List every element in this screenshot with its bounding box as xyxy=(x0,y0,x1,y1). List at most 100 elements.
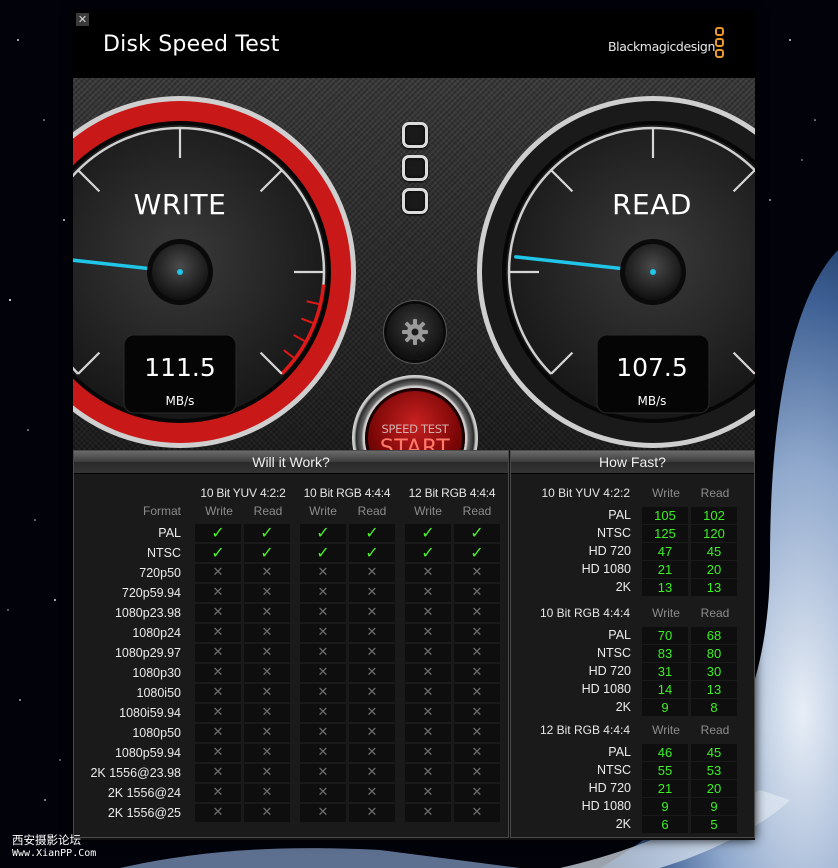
cross-icon: ✕ xyxy=(300,804,346,822)
fast-format-label: PAL xyxy=(608,508,631,522)
cross-icon: ✕ xyxy=(349,764,395,782)
fast-format-label: HD 1080 xyxy=(581,562,631,576)
fast-format-label: NTSC xyxy=(596,646,631,660)
write-speed-value: 111.5 xyxy=(144,353,216,382)
cross-icon: ✕ xyxy=(195,724,241,742)
format-label: 1080i50 xyxy=(136,686,182,700)
cross-icon: ✕ xyxy=(349,604,395,622)
fast-read-value: 9 xyxy=(691,798,737,815)
cross-icon: ✕ xyxy=(244,604,290,622)
cross-icon: ✕ xyxy=(454,604,500,622)
cross-icon: ✕ xyxy=(244,724,290,742)
close-button[interactable]: ✕ xyxy=(76,13,89,26)
format-label: 1080p50 xyxy=(132,726,181,740)
format-label: 1080p30 xyxy=(132,666,181,680)
cross-icon: ✕ xyxy=(405,804,451,822)
will-read-header: Read xyxy=(462,504,492,518)
fast-read-value: 8 xyxy=(691,699,737,716)
cross-icon: ✕ xyxy=(405,604,451,622)
fast-read-value: 53 xyxy=(691,762,737,779)
cross-icon: ✕ xyxy=(405,744,451,762)
cross-icon: ✕ xyxy=(454,584,500,602)
cross-icon: ✕ xyxy=(244,624,290,642)
fast-format-label: HD 1080 xyxy=(581,682,631,696)
fast-format-label: NTSC xyxy=(596,526,631,540)
cross-icon: ✕ xyxy=(195,704,241,722)
cross-icon: ✕ xyxy=(300,584,346,602)
check-icon: ✓ xyxy=(244,524,290,542)
cross-icon: ✕ xyxy=(195,564,241,582)
fast-read-header: Read xyxy=(700,723,730,737)
cross-icon: ✕ xyxy=(300,644,346,662)
start-button-caption: SPEED TEST xyxy=(381,422,449,436)
cross-icon: ✕ xyxy=(244,564,290,582)
format-label: PAL xyxy=(158,526,181,540)
fast-format-label: PAL xyxy=(608,628,631,642)
cross-icon: ✕ xyxy=(454,784,500,802)
table-row: 1080i50 ✕ ✕ ✕ ✕ ✕ ✕ xyxy=(73,683,509,703)
fast-write-value: 46 xyxy=(642,744,688,761)
cross-icon: ✕ xyxy=(349,664,395,682)
fast-read-value: 45 xyxy=(691,744,737,761)
fast-read-value: 5 xyxy=(691,816,737,833)
fast-write-value: 14 xyxy=(642,681,688,698)
fast-write-value: 83 xyxy=(642,645,688,662)
cross-icon: ✕ xyxy=(349,744,395,762)
brand-logo-icon xyxy=(715,27,727,67)
check-icon: ✓ xyxy=(349,544,395,562)
watermark: 西安摄影论坛 Www.XianPP.Com xyxy=(12,834,96,860)
cross-icon: ✕ xyxy=(300,704,346,722)
read-gauge-needle-pivot xyxy=(650,269,656,275)
fast-read-value: 30 xyxy=(691,663,737,680)
cross-icon: ✕ xyxy=(405,584,451,602)
indicator-light-3 xyxy=(402,188,428,214)
table-row: 1080p50 ✕ ✕ ✕ ✕ ✕ ✕ xyxy=(73,723,509,743)
fast-write-value: 21 xyxy=(642,780,688,797)
cross-icon: ✕ xyxy=(454,664,500,682)
cross-icon: ✕ xyxy=(195,684,241,702)
cross-icon: ✕ xyxy=(300,604,346,622)
will-write-header: Write xyxy=(309,504,337,518)
check-icon: ✓ xyxy=(454,524,500,542)
fast-write-value: 31 xyxy=(642,663,688,680)
cross-icon: ✕ xyxy=(244,744,290,762)
cross-icon: ✕ xyxy=(244,784,290,802)
table-row: 2K 1556@23.98 ✕ ✕ ✕ ✕ ✕ ✕ xyxy=(73,763,509,783)
fast-write-value: 9 xyxy=(642,798,688,815)
cross-icon: ✕ xyxy=(405,704,451,722)
cross-icon: ✕ xyxy=(195,584,241,602)
will-read-header: Read xyxy=(253,504,283,518)
fast-read-value: 120 xyxy=(691,525,737,542)
cross-icon: ✕ xyxy=(454,684,500,702)
fast-read-value: 102 xyxy=(691,507,737,524)
cross-icon: ✕ xyxy=(349,564,395,582)
gear-icon xyxy=(402,319,428,345)
cross-icon: ✕ xyxy=(195,644,241,662)
cross-icon: ✕ xyxy=(244,704,290,722)
brand-name: Blackmagicdesign xyxy=(607,39,715,54)
cross-icon: ✕ xyxy=(244,644,290,662)
table-row: 1080p30 ✕ ✕ ✕ ✕ ✕ ✕ xyxy=(73,663,509,683)
write-speed-unit: MB/s xyxy=(165,394,195,408)
will-group-header: 10 Bit RGB 4:4:4 xyxy=(303,486,391,500)
cross-icon: ✕ xyxy=(195,764,241,782)
check-icon: ✓ xyxy=(195,544,241,562)
settings-button[interactable] xyxy=(387,304,443,360)
cross-icon: ✕ xyxy=(454,644,500,662)
fast-format-label: HD 720 xyxy=(588,781,631,795)
cross-icon: ✕ xyxy=(405,724,451,742)
table-row: 1080p23.98 ✕ ✕ ✕ ✕ ✕ ✕ xyxy=(73,603,509,623)
indicator-light-2 xyxy=(402,155,428,181)
fast-read-value: 45 xyxy=(691,543,737,560)
will-write-header: Write xyxy=(414,504,442,518)
app-window: ✕ Disk Speed Test Blackmagicdesign WRITE… xyxy=(73,10,755,840)
cross-icon: ✕ xyxy=(454,764,500,782)
format-label: NTSC xyxy=(146,546,181,560)
fast-read-header: Read xyxy=(700,606,730,620)
fast-format-label: HD 720 xyxy=(588,544,631,558)
cross-icon: ✕ xyxy=(454,624,500,642)
cross-icon: ✕ xyxy=(405,664,451,682)
fast-write-value: 125 xyxy=(642,525,688,542)
cross-icon: ✕ xyxy=(454,564,500,582)
fast-read-value: 68 xyxy=(691,627,737,644)
